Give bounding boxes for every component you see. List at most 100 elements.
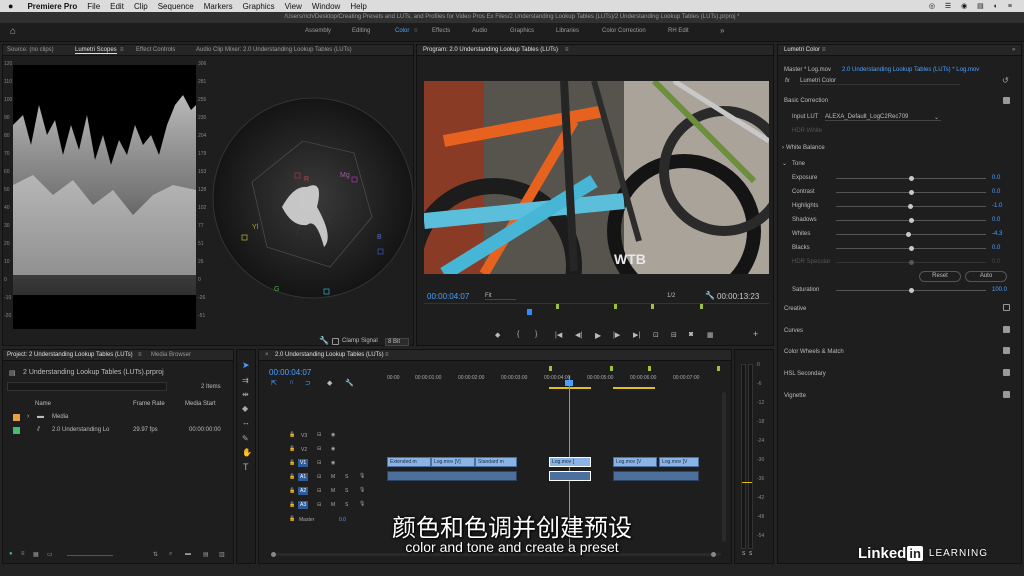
track-lock-icon[interactable]: 🔓 [289,446,295,452]
audio-clip-selected[interactable] [549,471,591,481]
track-eye-icon[interactable]: ◉ [331,432,335,438]
hand-tool-icon[interactable]: ✋ [242,448,252,457]
tone-chevron-icon[interactable]: ⌄ [782,160,787,167]
menu-edit[interactable]: Edit [110,2,124,11]
tone-slider-value[interactable]: -4.3 [992,231,1002,237]
menu-file[interactable]: File [87,2,100,11]
tab-effect-controls[interactable]: Effect Controls [136,47,175,53]
go-to-out-icon[interactable]: ▶| [633,331,640,339]
tone-slider-knob[interactable] [909,190,914,195]
track-sync-icon[interactable]: ⊟ [317,460,321,466]
tone-slider-value[interactable]: 0.0 [992,217,1000,223]
workspace-libraries[interactable]: Libraries [556,28,579,34]
resolution-select[interactable]: 1/2 [667,293,687,299]
workspace-audio[interactable]: Audio [472,28,487,34]
playhead-marker[interactable] [527,309,532,315]
workspace-editing[interactable]: Editing [352,28,370,34]
track-mute-m[interactable]: M [331,488,335,494]
more-workspaces-icon[interactable]: » [720,26,724,35]
timeline-close-icon[interactable]: × [265,352,269,358]
column-media-start[interactable]: Media Start [185,401,216,407]
tone-slider-knob[interactable] [909,176,914,181]
menu-clip[interactable]: Clip [134,2,148,11]
selection-tool-icon[interactable]: ➤ [242,360,250,371]
menu-view[interactable]: View [285,2,302,11]
tone-slider[interactable] [836,176,986,181]
apple-icon[interactable]: ● [8,1,13,11]
track-sync-icon[interactable]: ⊟ [317,474,321,480]
go-to-in-icon[interactable]: |◀ [555,331,562,339]
expand-panel-icon[interactable]: » [1012,47,1015,53]
extract-icon[interactable]: ⊟ [671,331,677,339]
basic-correction-header[interactable]: Basic Correction [784,98,828,104]
column-name[interactable]: Name [35,401,51,407]
track-label-v1[interactable]: V1 [298,459,309,467]
tone-slider[interactable] [836,232,986,237]
work-area-bar[interactable] [549,387,591,389]
section-vignette[interactable]: Vignette [784,393,806,399]
audio-clip[interactable] [387,471,517,481]
workspace-rh-edit[interactable]: RH Edit [668,28,689,34]
video-clip[interactable]: Extended m [387,457,431,467]
track-lock-icon[interactable]: 🔓 [289,432,295,438]
track-sync-icon[interactable]: ⊟ [317,432,321,438]
track-label-a2[interactable]: A2 [298,487,309,495]
track-select-icon[interactable]: ⇉ [242,376,249,385]
compare-icon[interactable]: ▦ [707,331,714,339]
tab-audio-clip-mixer[interactable]: Audio Clip Mixer: 2.0 Understanding Look… [196,47,352,53]
auto-button[interactable]: Auto [965,271,1007,282]
microphone-icon[interactable]: 🎙 [359,487,365,493]
track-lock-icon[interactable]: 🔓 [289,474,295,480]
track-sync-icon[interactable]: ⊟ [317,488,321,494]
list-item[interactable]: ⫽ 2.0 Understanding Lo 29.97 fps 00:00:0… [3,425,233,436]
track-lock-icon[interactable]: 🔓 [289,488,295,494]
razor-tool-icon[interactable]: ◆ [242,404,248,413]
track-solo-s[interactable]: S [345,474,348,480]
tone-slider-knob[interactable] [906,232,911,237]
track-solo-s[interactable]: S [345,488,348,494]
zoom-slider[interactable] [67,555,113,556]
lut-dropdown-icon[interactable]: ⌄ [934,114,939,121]
track-eye-icon[interactable]: ◉ [331,446,335,452]
microphone-icon[interactable]: 🎙 [359,473,365,479]
tone-slider-value[interactable]: 0.0 [992,245,1000,251]
input-lut-select[interactable]: ALEXA_Default_LogC2Rec709 [825,114,941,121]
vignette-checkbox[interactable] [1003,391,1010,398]
section-color-wheels[interactable]: Color Wheels & Match [784,349,844,355]
color-wheels-checkbox[interactable] [1003,347,1010,354]
hsl-secondary-checkbox[interactable] [1003,369,1010,376]
project-menu-icon[interactable]: ≡ [138,352,142,358]
tone-slider-value[interactable]: 0.0 [992,189,1000,195]
timeline-ruler[interactable]: 00:00 00:00:01:00 00:00:02:00 00:00:03:0… [387,366,723,390]
pen-tool-icon[interactable]: ✎ [242,434,249,443]
timeline-menu-icon[interactable]: ≡ [385,352,389,358]
video-clip-selected[interactable]: Log.mov [ [549,457,591,467]
master-clip-label[interactable]: Master * Log.mov [784,67,831,73]
workspace-menu-icon[interactable]: ≡ [414,28,418,34]
section-creative[interactable]: Creative [784,306,806,312]
tone-slider-value[interactable]: -1.0 [992,203,1002,209]
saturation-knob[interactable] [909,288,914,293]
reset-effect-icon[interactable]: ↺ [1002,76,1009,85]
menu-graphics[interactable]: Graphics [243,2,275,11]
add-marker-icon[interactable]: ◆ [327,379,332,387]
program-title[interactable]: Program: 2.0 Understanding Lookup Tables… [423,47,558,53]
track-label-a1[interactable]: A1 [298,473,309,481]
microphone-icon[interactable]: 🎙 [359,501,365,507]
list-item[interactable]: › ▬ Media [3,412,233,423]
slip-tool-icon[interactable]: ↔ [242,418,250,427]
tone-slider-knob[interactable] [909,218,914,223]
playhead-handle[interactable] [565,380,573,386]
tone-slider-knob[interactable] [909,260,914,265]
program-menu-icon[interactable]: ≡ [565,47,569,53]
bit-depth-select[interactable]: 8 Bit [385,338,410,346]
program-settings-icon[interactable]: 🔧 [705,291,715,300]
track-mute-m[interactable]: M [331,474,335,480]
mark-in-icon[interactable]: { [517,331,519,338]
tone-slider-value[interactable]: 0.0 [992,259,1000,265]
curves-checkbox[interactable] [1003,326,1010,333]
saturation-value[interactable]: 100.0 [992,287,1007,293]
clamp-signal-checkbox[interactable] [332,338,339,345]
menu-window[interactable]: Window [312,2,340,11]
tone-slider-knob[interactable] [908,204,913,209]
